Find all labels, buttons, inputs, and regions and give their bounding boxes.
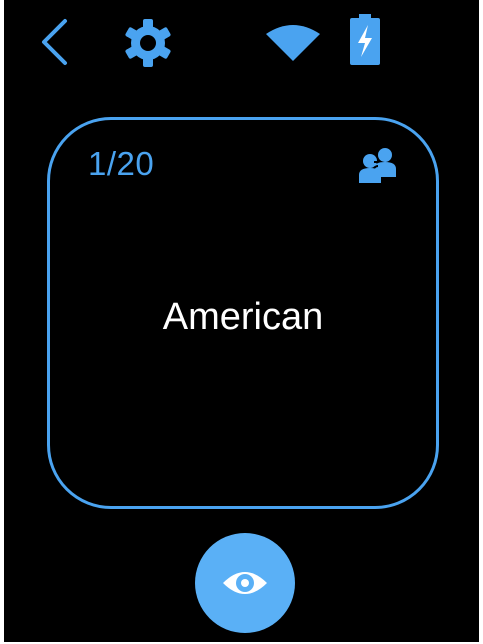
gear-icon[interactable] [122,17,174,69]
eye-icon [223,572,267,594]
people-icon[interactable] [358,147,398,183]
app-screen: 1/20 American [4,0,479,642]
wifi-icon [266,25,320,61]
status-bar [4,0,479,80]
battery-charging-icon [350,14,380,65]
back-arrow-icon[interactable] [38,18,72,66]
flashcard[interactable]: 1/20 American [47,117,439,509]
card-counter: 1/20 [88,145,155,182]
flashcard-word: American [162,296,324,338]
reveal-button[interactable] [195,533,295,633]
